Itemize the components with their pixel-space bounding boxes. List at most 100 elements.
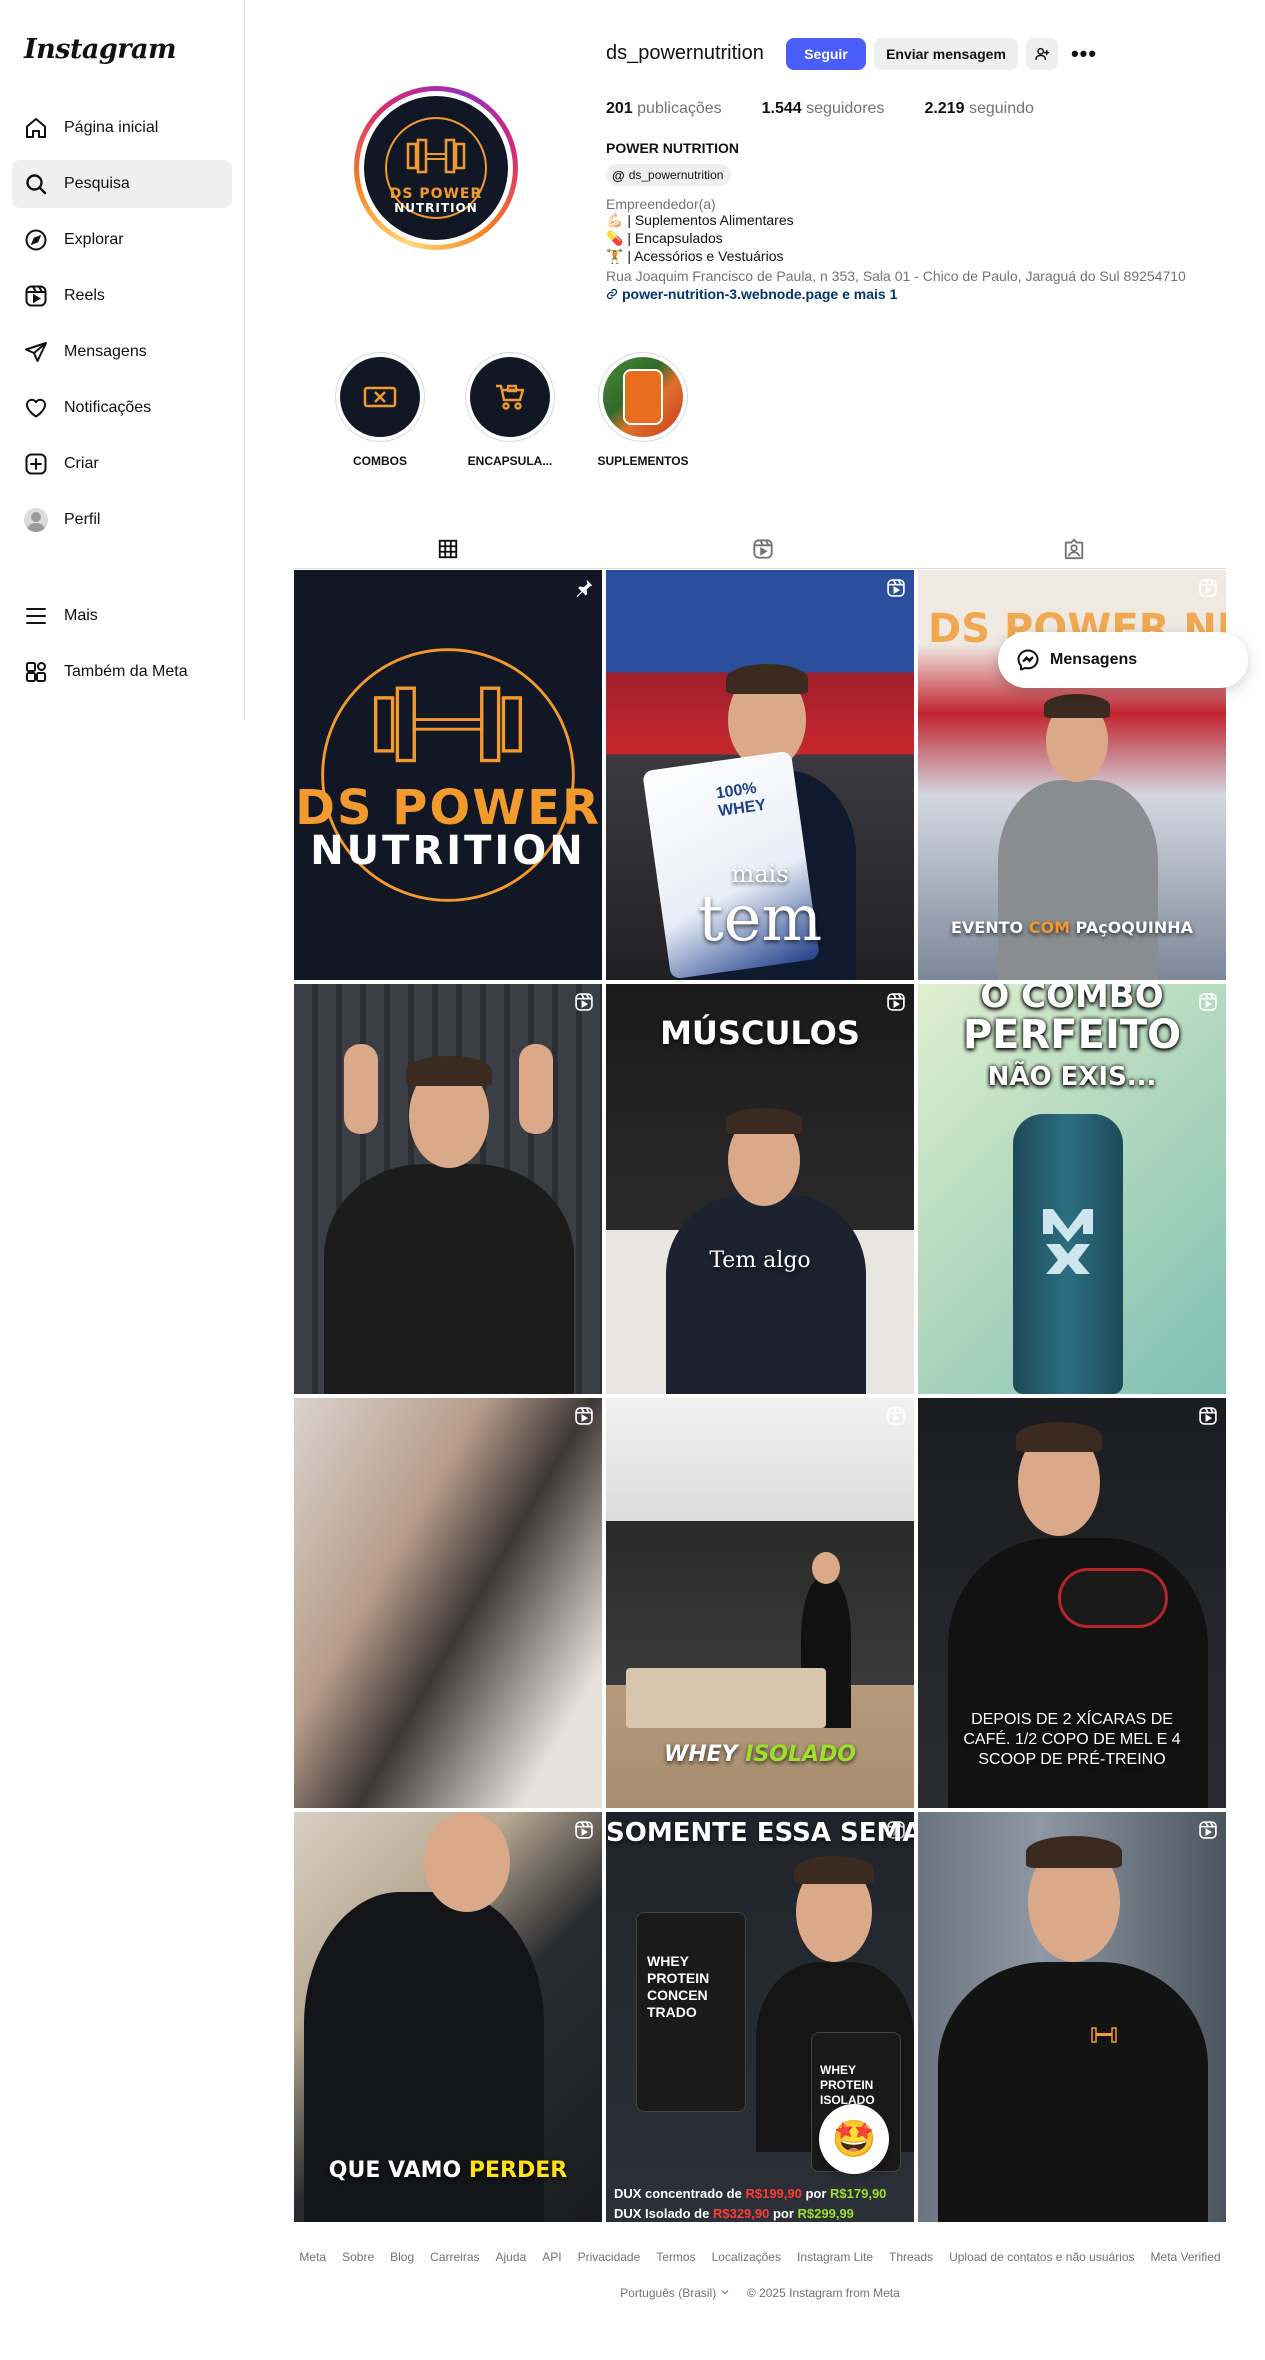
footer-link[interactable]: Meta [299, 2250, 326, 2264]
threads-icon: @ [612, 167, 625, 183]
footer-link[interactable]: Carreiras [430, 2250, 479, 2264]
price-new: R$179,90 [830, 2186, 887, 2201]
profile-category: Empreendedor(a) [606, 196, 716, 212]
sidebar-item-also-from-meta[interactable]: Também da Meta [12, 648, 232, 696]
post-tile[interactable]: O COMBO PERFEITO NÃO EXIS... [918, 984, 1226, 1394]
post-tile[interactable]: 100% WHEY mais tem [606, 570, 914, 980]
posts-count[interactable]: 201 publicações [606, 100, 722, 118]
caption-part: EVENTO [951, 918, 1029, 937]
post-tile[interactable]: WHEY ISOLADO [606, 1398, 914, 1808]
sidebar-item-profile[interactable]: Perfil [12, 496, 232, 544]
highlight-label: SUPLEMENTOS [597, 454, 689, 468]
instagram-logo[interactable]: Instagram [24, 34, 177, 65]
brand-logo-icon [1043, 1209, 1093, 1274]
person-hand-right [519, 1044, 553, 1134]
footer-link[interactable]: Ajuda [496, 2250, 527, 2264]
footer-link[interactable]: API [542, 2250, 561, 2264]
post-caption: NUTRITION [310, 828, 586, 874]
caption-highlight: ISOLADO [745, 1742, 857, 1767]
footer-link[interactable]: Termos [656, 2250, 695, 2264]
sidebar-item-more[interactable]: Mais [12, 592, 232, 640]
bio-line: 💊 | Encapsulados [606, 230, 723, 246]
post-tile[interactable]: MÚSCULOS Tem algo [606, 984, 914, 1394]
footer-bottom: Português (Brasil) © 2025 Instagram from… [294, 2286, 1226, 2300]
protein-tub: WHEY PROTEIN CONCEN TRADO [636, 1912, 746, 2112]
profile-picture: DS POWER NUTRITION [364, 96, 508, 240]
reel-icon [575, 1821, 593, 1839]
sidebar-item-explore[interactable]: Explorar [12, 216, 232, 264]
threads-badge[interactable]: @ ds_powernutrition [606, 164, 732, 186]
footer-link[interactable]: Instagram Lite [797, 2250, 873, 2264]
post-tile[interactable]: DS POWER NUTRITION [294, 570, 602, 980]
profile-logo-line1: DS POWER [389, 186, 483, 202]
sidebar-item-label: Página inicial [64, 119, 159, 136]
post-tile[interactable]: DEPOIS DE 2 XÍCARAS DE CAFÉ. 1/2 COPO DE… [918, 1398, 1226, 1808]
language-selector[interactable]: Português (Brasil) [620, 2286, 729, 2300]
post-caption: PERFEITO [962, 1012, 1182, 1058]
highlight-combos[interactable]: COMBOS [325, 352, 435, 468]
footer-link[interactable]: Sobre [342, 2250, 374, 2264]
post-tile[interactable] [294, 1398, 602, 1808]
link-icon [606, 288, 618, 300]
cart-icon [496, 384, 525, 410]
post-tile[interactable] [294, 984, 602, 1394]
sidebar-item-label: Reels [64, 287, 105, 304]
messages-floating-button[interactable]: Mensagens [998, 632, 1248, 688]
person-hair [726, 664, 808, 694]
footer-link[interactable]: Threads [889, 2250, 933, 2264]
profile-picture-ring[interactable]: DS POWER NUTRITION [354, 86, 518, 250]
sidebar-item-search[interactable]: Pesquisa [12, 160, 232, 208]
highlight-cover [340, 357, 420, 437]
bio-line: 💪🏻 | Suplementos Alimentares [606, 212, 794, 228]
person-body [938, 1962, 1208, 2222]
tab-reels[interactable] [733, 530, 793, 568]
footer-link[interactable]: Blog [390, 2250, 414, 2264]
profile-address[interactable]: Rua Joaquim Francisco de Paula, n 353, S… [606, 268, 1186, 284]
more-options-button[interactable]: ••• [1068, 38, 1100, 70]
price-old: R$199,90 [745, 2186, 802, 2201]
caption-part: QUE VAMO [328, 2158, 469, 2183]
profile-link-text: power-nutrition-3.webnode.page e mais 1 [622, 286, 898, 302]
person-body [998, 780, 1158, 980]
person-body [324, 1164, 574, 1394]
grid-icon [438, 539, 458, 559]
plus-square-icon [25, 453, 47, 475]
post-tile[interactable] [918, 1812, 1226, 2222]
send-message-button[interactable]: Enviar mensagem [874, 38, 1018, 70]
post-tile[interactable]: QUE VAMO PERDER [294, 1812, 602, 2222]
chevron-down-icon [721, 2290, 728, 2295]
profile-link[interactable]: power-nutrition-3.webnode.page e mais 1 [606, 286, 897, 302]
footer-links: Meta Sobre Blog Carreiras Ajuda API Priv… [294, 2250, 1226, 2264]
highlight-suplementos[interactable]: SUPLEMENTOS [588, 352, 698, 468]
language-label: Português (Brasil) [620, 2286, 717, 2300]
footer-link[interactable]: Privacidade [578, 2250, 641, 2264]
person-hair [1044, 694, 1110, 718]
sidebar-item-home[interactable]: Página inicial [12, 104, 232, 152]
suggested-accounts-button[interactable] [1026, 38, 1058, 70]
footer-link[interactable]: Meta Verified [1151, 2250, 1221, 2264]
followers-count[interactable]: 1.544 seguidores [762, 100, 885, 118]
footer-link[interactable]: Localizações [712, 2250, 781, 2264]
sidebar-item-messages[interactable]: Mensagens [12, 328, 232, 376]
search-icon [26, 174, 47, 195]
sidebar-item-reels[interactable]: Reels [12, 272, 232, 320]
tub-label: WHEY PROTEIN ISOLADO [820, 2063, 875, 2107]
threads-handle: ds_powernutrition [628, 168, 724, 182]
post-caption: tem [697, 882, 823, 956]
followers-count-value: 1.544 [761, 100, 802, 117]
follow-button[interactable]: Seguir [786, 38, 866, 70]
caption-highlight: PERDER [468, 2158, 568, 2183]
sidebar-item-notifications[interactable]: Notificações [12, 384, 232, 432]
menu-icon [26, 608, 46, 624]
highlight-cover [470, 357, 550, 437]
footer-link[interactable]: Upload de contatos e não usuários [949, 2250, 1134, 2264]
caption-part: WHEY [663, 1742, 746, 1767]
following-count[interactable]: 2.219 seguindo [924, 100, 1033, 118]
tab-posts[interactable] [418, 530, 478, 569]
highlight-encapsulados[interactable]: ENCAPSULA... [455, 352, 565, 468]
messages-floating-label: Mensagens [1050, 651, 1138, 668]
emoji-reaction[interactable]: 🤩 [819, 2104, 889, 2174]
post-caption: Tem algo [709, 1248, 811, 1273]
sidebar-item-create[interactable]: Criar [12, 440, 232, 488]
tab-tagged[interactable] [1044, 530, 1104, 568]
